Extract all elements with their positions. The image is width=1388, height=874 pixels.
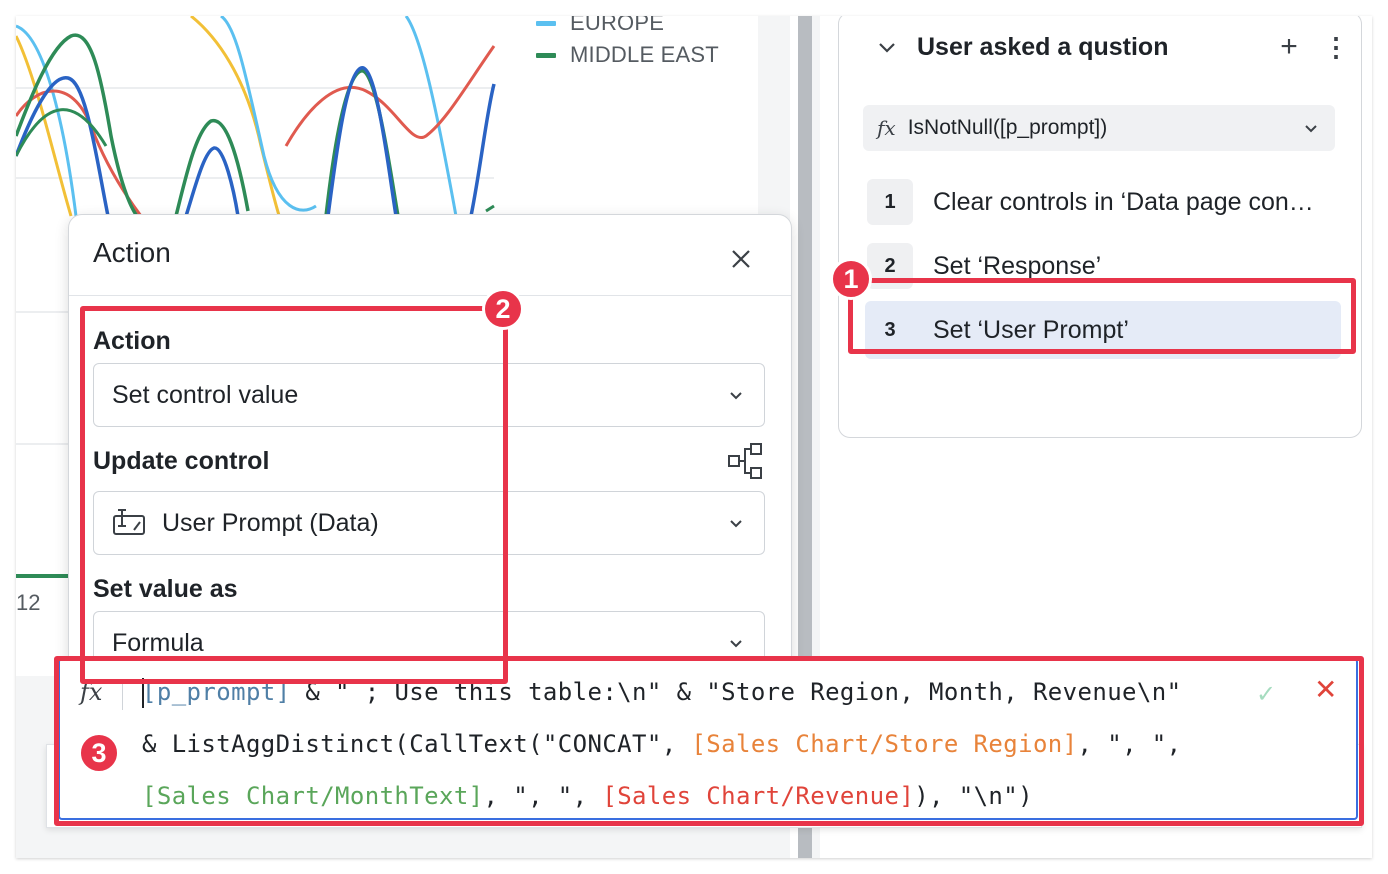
- add-icon[interactable]: +: [1273, 32, 1305, 62]
- annotation-box-1: [848, 278, 1356, 354]
- chevron-down-icon: [730, 520, 742, 528]
- close-icon[interactable]: [721, 239, 761, 279]
- legend-item-europe[interactable]: EUROPE: [536, 16, 664, 36]
- step-label: Clear controls in ‘Data page con…: [933, 187, 1314, 216]
- chevron-down-icon: [730, 392, 742, 400]
- sequence-title[interactable]: User asked a qustion: [917, 33, 1273, 62]
- annotation-box-2: [80, 306, 508, 684]
- action-sequence-card: User asked a qustion + ⋮ fx IsNotNull([p…: [838, 16, 1362, 438]
- legend-swatch: [536, 52, 556, 58]
- more-options-icon[interactable]: ⋮: [1323, 34, 1349, 60]
- annotation-badge-3: 3: [78, 732, 120, 774]
- function-icon: fx: [877, 116, 896, 140]
- x-axis-tick-label: 12: [16, 590, 41, 615]
- legend-swatch: [536, 20, 556, 26]
- modal-title: Action: [93, 237, 171, 268]
- legend-label: MIDDLE EAST: [570, 42, 719, 67]
- app-frame: EUROPE MIDDLE EAST 12 User asked a qusti…: [16, 16, 1372, 858]
- legend-label: EUROPE: [570, 16, 665, 35]
- chevron-down-icon: [730, 640, 742, 648]
- annotation-badge-1: 1: [830, 258, 872, 300]
- sequence-step-1[interactable]: 1 Clear controls in ‘Data page con…: [865, 173, 1341, 231]
- series-line-blue: [16, 66, 496, 217]
- condition-dropdown[interactable]: fx IsNotNull([p_prompt]): [863, 105, 1335, 151]
- chevron-down-icon[interactable]: [873, 33, 901, 61]
- annotation-box-3: [54, 656, 1364, 826]
- step-label: Set ‘Response’: [933, 251, 1102, 280]
- series-line-red: [16, 45, 496, 217]
- chevron-down-icon: [1305, 125, 1317, 133]
- legend-item-middle-east[interactable]: MIDDLE EAST: [536, 42, 719, 68]
- modal-divider: [69, 295, 791, 296]
- sequence-header: User asked a qustion + ⋮: [873, 27, 1349, 67]
- step-number: 1: [867, 179, 913, 225]
- annotation-badge-2: 2: [482, 288, 524, 330]
- condition-formula: IsNotNull([p_prompt]): [907, 116, 1108, 139]
- lineage-icon[interactable]: [725, 441, 765, 481]
